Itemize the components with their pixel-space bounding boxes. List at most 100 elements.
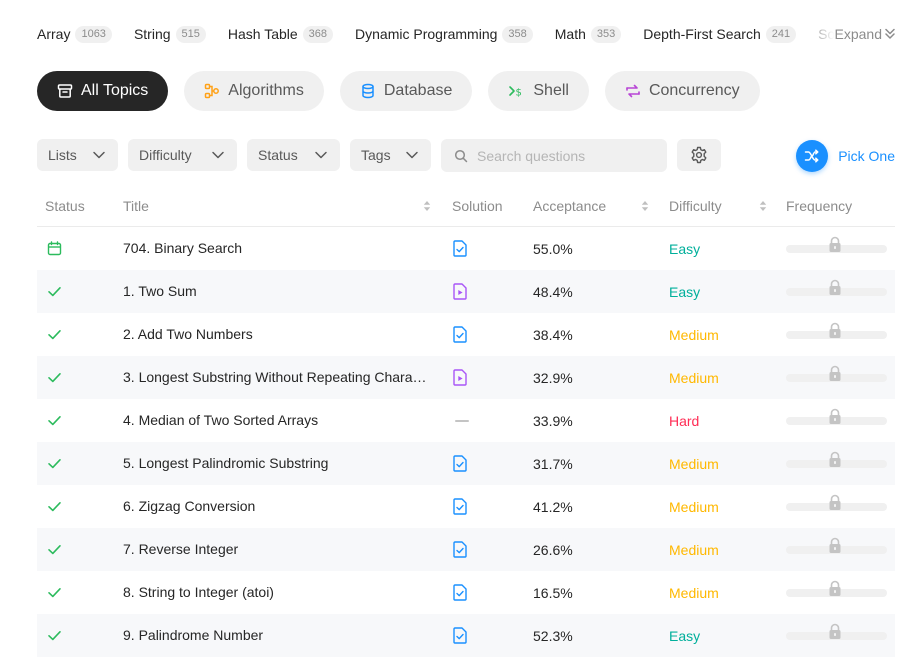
- solution-cell: [453, 614, 467, 657]
- tag-dynamic-programming[interactable]: Dynamic Programming 358: [355, 25, 533, 43]
- sort-difficulty-icon[interactable]: [759, 200, 767, 212]
- tag-name: Array: [37, 26, 71, 42]
- frequency-bar: [786, 580, 887, 597]
- problem-title-link[interactable]: 6. Zigzag Conversion: [123, 485, 429, 528]
- solution-article-icon[interactable]: [453, 326, 467, 343]
- expand-label: Expand: [834, 26, 882, 42]
- topic-database[interactable]: Database: [339, 71, 473, 111]
- tag-array[interactable]: Array 1063: [37, 25, 112, 43]
- solution-cell: [453, 356, 467, 399]
- problem-title-link[interactable]: 704. Binary Search: [123, 227, 429, 270]
- problem-title-link[interactable]: 1. Two Sum: [123, 270, 429, 313]
- difficulty-value: Medium: [669, 369, 719, 386]
- topic-filter: All Topics Algorithms Database $ Shell C…: [37, 71, 776, 111]
- pick-one-button[interactable]: Pick One: [796, 139, 895, 172]
- solution-cell: [453, 399, 469, 442]
- tag-count: 241: [765, 25, 797, 43]
- tag-string[interactable]: String 515: [134, 25, 206, 43]
- frequency-bar: [786, 279, 887, 296]
- solution-article-icon[interactable]: [453, 584, 467, 601]
- header-difficulty[interactable]: Difficulty: [669, 185, 722, 227]
- solution-article-icon[interactable]: [453, 498, 467, 515]
- check-icon: [48, 459, 61, 469]
- algorithm-icon: [205, 83, 220, 99]
- status-cell: [47, 485, 62, 528]
- pick-one-label: Pick One: [838, 147, 895, 164]
- acceptance-value: 55.0%: [533, 240, 573, 257]
- check-icon: [48, 330, 61, 340]
- frequency-bar: [786, 623, 887, 640]
- topic-algorithms[interactable]: Algorithms: [184, 71, 324, 111]
- difficulty-value: Medium: [669, 584, 719, 601]
- dropdown-label: Lists: [48, 147, 77, 163]
- header-solution: Solution: [452, 198, 503, 214]
- table-row[interactable]: 1. Two Sum 48.4% Easy: [37, 270, 895, 313]
- solution-article-icon[interactable]: [453, 541, 467, 558]
- table-header: Status Title Solution Acceptance Difficu…: [37, 185, 895, 227]
- tag-math[interactable]: Math 353: [555, 25, 622, 43]
- problem-title-link[interactable]: 8. String to Integer (atoi): [123, 571, 429, 614]
- topic-shell[interactable]: $ Shell: [488, 71, 589, 111]
- solution-article-icon[interactable]: [453, 240, 467, 257]
- problem-title-link[interactable]: 4. Median of Two Sorted Arrays: [123, 399, 429, 442]
- problem-title-link[interactable]: 5. Longest Palindromic Substring: [123, 442, 429, 485]
- double-chevron-down-icon: [885, 28, 895, 39]
- acceptance-value: 41.2%: [533, 498, 573, 515]
- frequency-cell: [786, 528, 887, 571]
- settings-button[interactable]: [677, 139, 721, 171]
- status-cell: [47, 356, 62, 399]
- table-row[interactable]: 9. Palindrome Number 52.3% Easy: [37, 614, 895, 657]
- table-row[interactable]: 704. Binary Search 55.0% Easy: [37, 227, 895, 270]
- solution-video-icon[interactable]: [453, 283, 467, 300]
- problem-title-link[interactable]: 2. Add Two Numbers: [123, 313, 429, 356]
- header-acceptance[interactable]: Acceptance: [533, 185, 606, 227]
- gear-icon: [691, 146, 707, 164]
- topic-concurrency[interactable]: Concurrency: [604, 71, 760, 111]
- frequency-bar: [786, 236, 887, 253]
- search-input[interactable]: [477, 147, 647, 164]
- lists-dropdown[interactable]: Lists: [37, 139, 118, 171]
- frequency-bar: [786, 408, 887, 425]
- table-row[interactable]: 6. Zigzag Conversion 41.2% Medium: [37, 485, 895, 528]
- table-row[interactable]: 8. String to Integer (atoi) 16.5% Medium: [37, 571, 895, 614]
- acceptance-value: 48.4%: [533, 283, 573, 300]
- frequency-cell: [786, 571, 887, 614]
- solution-cell: [453, 442, 467, 485]
- solution-article-icon[interactable]: [453, 455, 467, 472]
- problem-title-link[interactable]: 3. Longest Substring Without Repeating C…: [123, 356, 429, 399]
- sort-title-icon[interactable]: [423, 200, 431, 212]
- table-body: 704. Binary Search 55.0% Easy 1. Two Sum 48.…: [37, 227, 895, 657]
- table-row[interactable]: 4. Median of Two Sorted Arrays 33.9% Hard: [37, 399, 895, 442]
- frequency-cell: [786, 270, 887, 313]
- chevron-down-icon: [212, 151, 224, 159]
- table-row[interactable]: 7. Reverse Integer 26.6% Medium: [37, 528, 895, 571]
- tag-depth-first-search[interactable]: Depth-First Search 241: [643, 25, 797, 43]
- solution-cell: [453, 313, 467, 356]
- header-title[interactable]: Title: [123, 185, 149, 227]
- frequency-cell: [786, 442, 887, 485]
- tag-name: Dynamic Programming: [355, 26, 498, 42]
- problem-title-link[interactable]: 9. Palindrome Number: [123, 614, 429, 657]
- frequency-cell: [786, 614, 887, 657]
- database-icon: [362, 83, 374, 99]
- tag-hash-table[interactable]: Hash Table 368: [228, 25, 334, 43]
- frequency-bar: [786, 365, 887, 382]
- problem-title-link[interactable]: 7. Reverse Integer: [123, 528, 429, 571]
- lock-icon: [829, 623, 841, 639]
- lock-icon: [829, 322, 841, 338]
- tags-dropdown[interactable]: Tags: [350, 139, 431, 171]
- topic-all-topics[interactable]: All Topics: [37, 71, 169, 111]
- chevron-down-icon: [93, 151, 105, 159]
- table-row[interactable]: 5. Longest Palindromic Substring 31.7% Med…: [37, 442, 895, 485]
- status-dropdown[interactable]: Status: [247, 139, 340, 171]
- table-row[interactable]: 3. Longest Substring Without Repeating C…: [37, 356, 895, 399]
- search-box: [441, 139, 667, 172]
- frequency-cell: [786, 313, 887, 356]
- table-row[interactable]: 2. Add Two Numbers 38.4% Medium: [37, 313, 895, 356]
- solution-video-icon[interactable]: [453, 369, 467, 386]
- expand-tags-button[interactable]: Expand: [820, 22, 895, 46]
- solution-article-icon[interactable]: [453, 627, 467, 644]
- topic-label: All Topics: [81, 82, 149, 99]
- difficulty-dropdown[interactable]: Difficulty: [128, 139, 237, 171]
- sort-acceptance-icon[interactable]: [641, 200, 649, 212]
